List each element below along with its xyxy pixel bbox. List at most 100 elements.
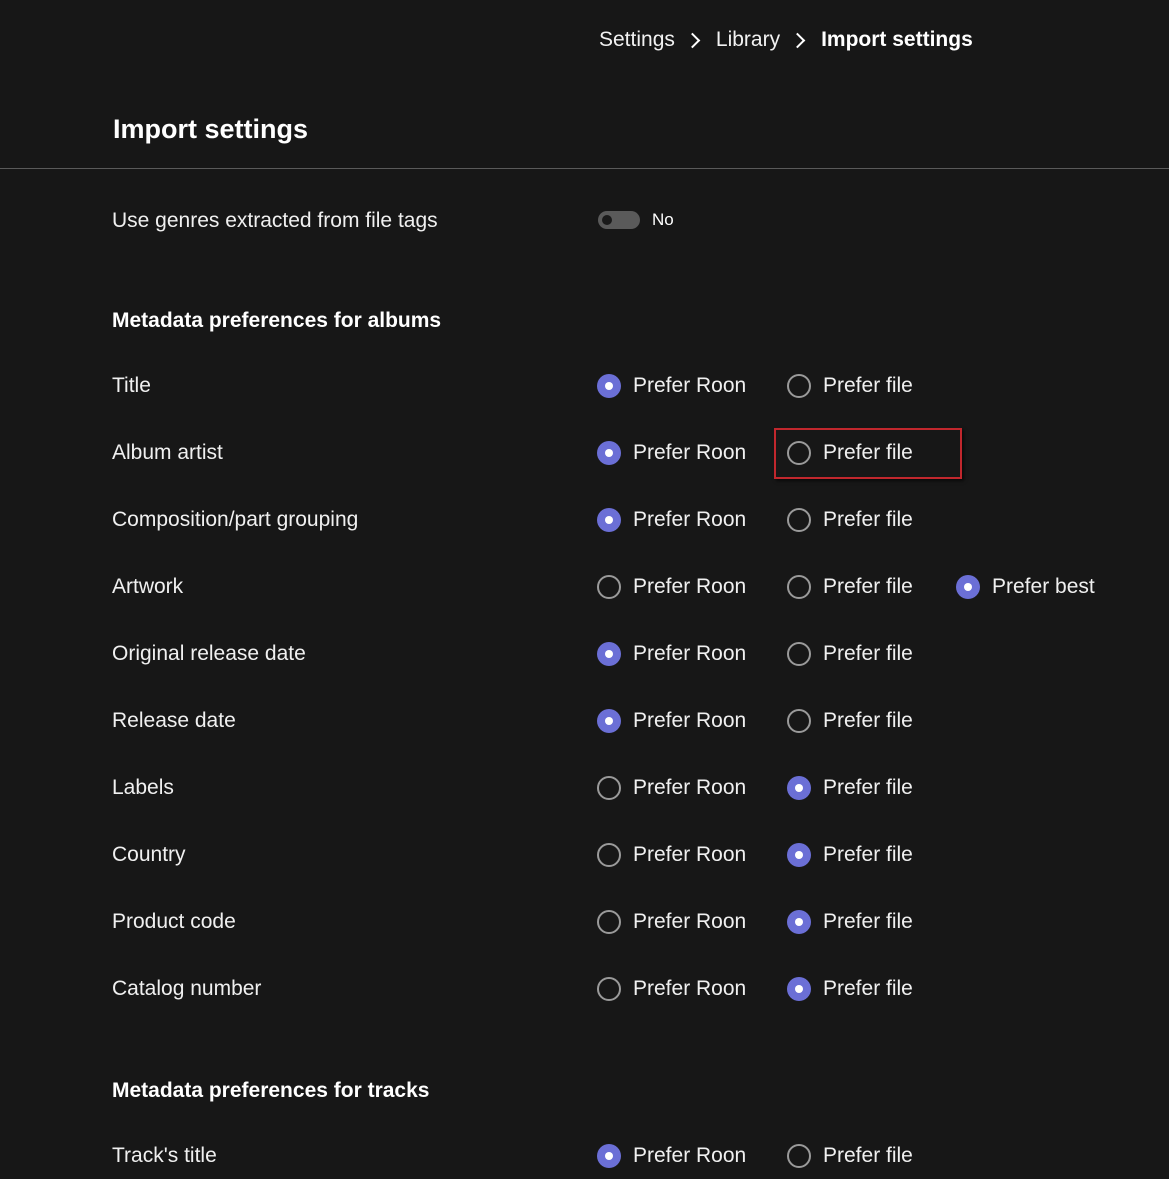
radio-option-prefer-file[interactable]: Prefer file: [787, 570, 913, 604]
radio-option-prefer-file[interactable]: Prefer file: [787, 972, 913, 1006]
page-title: Import settings: [113, 114, 309, 144]
breadcrumb-library[interactable]: Library: [716, 28, 780, 52]
radio-option-prefer-roon[interactable]: Prefer Roon: [597, 905, 746, 939]
radio-option-prefer-roon[interactable]: Prefer Roon: [597, 637, 746, 671]
setting-row-label: Catalog number: [112, 977, 262, 1000]
radio-option-label: Prefer file: [823, 776, 913, 799]
setting-row-label: Composition/part grouping: [112, 508, 359, 531]
radio-checked-icon[interactable]: [597, 709, 621, 733]
radio-option-prefer-file[interactable]: Prefer file: [787, 503, 913, 537]
radio-option-prefer-file[interactable]: Prefer file: [787, 905, 913, 939]
radio-option-label: Prefer Roon: [633, 508, 747, 531]
radio-option-prefer-file[interactable]: Prefer file: [787, 704, 913, 738]
radio-unchecked-icon[interactable]: [597, 575, 621, 599]
radio-checked-icon[interactable]: [597, 642, 621, 666]
radio-checked-icon[interactable]: [787, 776, 811, 800]
radio-option-prefer-roon[interactable]: Prefer Roon: [597, 704, 746, 738]
radio-option-label: Prefer Roon: [633, 642, 747, 665]
setting-row-album-artist: Album artist Prefer Roon Prefer file: [0, 436, 1169, 470]
radio-unchecked-icon[interactable]: [787, 1144, 811, 1168]
radio-unchecked-icon[interactable]: [787, 575, 811, 599]
genres-setting-label: Use genres extracted from file tags: [112, 209, 438, 232]
radio-option-prefer-roon[interactable]: Prefer Roon: [597, 771, 746, 805]
radio-option-prefer-roon[interactable]: Prefer Roon: [597, 369, 746, 403]
radio-option-label: Prefer file: [823, 910, 913, 933]
radio-option-label: Prefer Roon: [633, 910, 747, 933]
radio-option-prefer-file[interactable]: Prefer file: [787, 838, 913, 872]
radio-checked-icon[interactable]: [787, 977, 811, 1001]
radio-unchecked-icon[interactable]: [787, 441, 811, 465]
radio-checked-icon[interactable]: [956, 575, 980, 599]
radio-unchecked-icon[interactable]: [597, 776, 621, 800]
radio-option-label: Prefer Roon: [633, 374, 747, 397]
radio-option-label: Prefer file: [823, 374, 913, 397]
setting-row-catalog-number: Catalog number Prefer Roon Prefer file: [0, 972, 1169, 1006]
radio-option-prefer-roon[interactable]: Prefer Roon: [597, 838, 746, 872]
radio-unchecked-icon[interactable]: [787, 642, 811, 666]
radio-option-label: Prefer Roon: [633, 441, 747, 464]
setting-row-label: Country: [112, 843, 186, 866]
setting-row-label: Album artist: [112, 441, 223, 464]
setting-row-label: Artwork: [112, 575, 184, 598]
radio-option-label: Prefer file: [823, 575, 913, 598]
setting-row-release-date: Release date Prefer Roon Prefer file: [0, 704, 1169, 738]
setting-row-label: Labels: [112, 776, 174, 799]
setting-row-label: Title: [112, 374, 151, 397]
radio-checked-icon[interactable]: [787, 910, 811, 934]
radio-option-prefer-roon[interactable]: Prefer Roon: [597, 503, 746, 537]
tracks-section-heading: Metadata preferences for tracks: [112, 1079, 430, 1102]
radio-option-label: Prefer file: [823, 508, 913, 531]
chevron-right-icon: [789, 32, 806, 48]
genres-toggle-value: No: [652, 210, 674, 229]
setting-row-country: Country Prefer Roon Prefer file: [0, 838, 1169, 872]
setting-row-labels: Labels Prefer Roon Prefer file: [0, 771, 1169, 805]
radio-option-label: Prefer Roon: [633, 776, 747, 799]
albums-section-heading: Metadata preferences for albums: [112, 309, 442, 332]
chevron-right-icon: [684, 32, 701, 48]
setting-row-artwork: Artwork Prefer Roon Prefer file Prefer best: [0, 570, 1169, 604]
radio-option-label: Prefer Roon: [633, 1144, 747, 1167]
setting-row-title: Title Prefer Roon Prefer file: [0, 369, 1169, 403]
radio-option-prefer-file[interactable]: Prefer file: [787, 637, 913, 671]
radio-option-label: Prefer file: [823, 642, 913, 665]
radio-option-label: Prefer file: [823, 977, 913, 1000]
radio-unchecked-icon[interactable]: [597, 977, 621, 1001]
radio-unchecked-icon[interactable]: [787, 709, 811, 733]
radio-option-prefer-roon[interactable]: Prefer Roon: [597, 972, 746, 1006]
setting-row-label: Original release date: [112, 642, 306, 665]
radio-option-label: Prefer file: [823, 709, 913, 732]
radio-option-prefer-best[interactable]: Prefer best: [956, 570, 1095, 604]
setting-row-label: Release date: [112, 709, 236, 732]
radio-unchecked-icon[interactable]: [787, 374, 811, 398]
radio-checked-icon[interactable]: [597, 1144, 621, 1168]
radio-checked-icon[interactable]: [597, 441, 621, 465]
genres-toggle[interactable]: [598, 211, 640, 229]
setting-row-original-release-date: Original release date Prefer Roon Prefer f…: [0, 637, 1169, 671]
radio-unchecked-icon[interactable]: [597, 910, 621, 934]
setting-row-track-s-title: Track's title Prefer Roon Prefer file: [0, 1139, 1169, 1173]
radio-option-prefer-file[interactable]: Prefer file: [787, 1139, 913, 1173]
header-divider: [0, 168, 1169, 169]
radio-option-prefer-file[interactable]: Prefer file: [787, 369, 913, 403]
radio-option-label: Prefer Roon: [633, 977, 747, 1000]
radio-checked-icon[interactable]: [597, 508, 621, 532]
setting-row-product-code: Product code Prefer Roon Prefer file: [0, 905, 1169, 939]
breadcrumb: Settings Library Import settings: [599, 24, 973, 56]
radio-checked-icon[interactable]: [787, 843, 811, 867]
radio-option-prefer-roon[interactable]: Prefer Roon: [597, 570, 746, 604]
radio-option-label: Prefer Roon: [633, 709, 747, 732]
radio-checked-icon[interactable]: [597, 374, 621, 398]
radio-option-label: Prefer best: [992, 575, 1095, 598]
radio-option-label: Prefer file: [823, 1144, 913, 1167]
setting-row-composition-part-grouping: Composition/part grouping Prefer Roon Pref…: [0, 503, 1169, 537]
breadcrumb-settings[interactable]: Settings: [599, 28, 675, 52]
radio-option-label: Prefer Roon: [633, 575, 747, 598]
radio-unchecked-icon[interactable]: [597, 843, 621, 867]
radio-option-prefer-roon[interactable]: Prefer Roon: [597, 1139, 746, 1173]
radio-unchecked-icon[interactable]: [787, 508, 811, 532]
setting-row-label: Product code: [112, 910, 236, 933]
radio-option-prefer-roon[interactable]: Prefer Roon: [597, 436, 746, 470]
radio-option-prefer-file[interactable]: Prefer file: [787, 436, 913, 470]
radio-option-label: Prefer file: [823, 441, 913, 464]
radio-option-prefer-file[interactable]: Prefer file: [787, 771, 913, 805]
